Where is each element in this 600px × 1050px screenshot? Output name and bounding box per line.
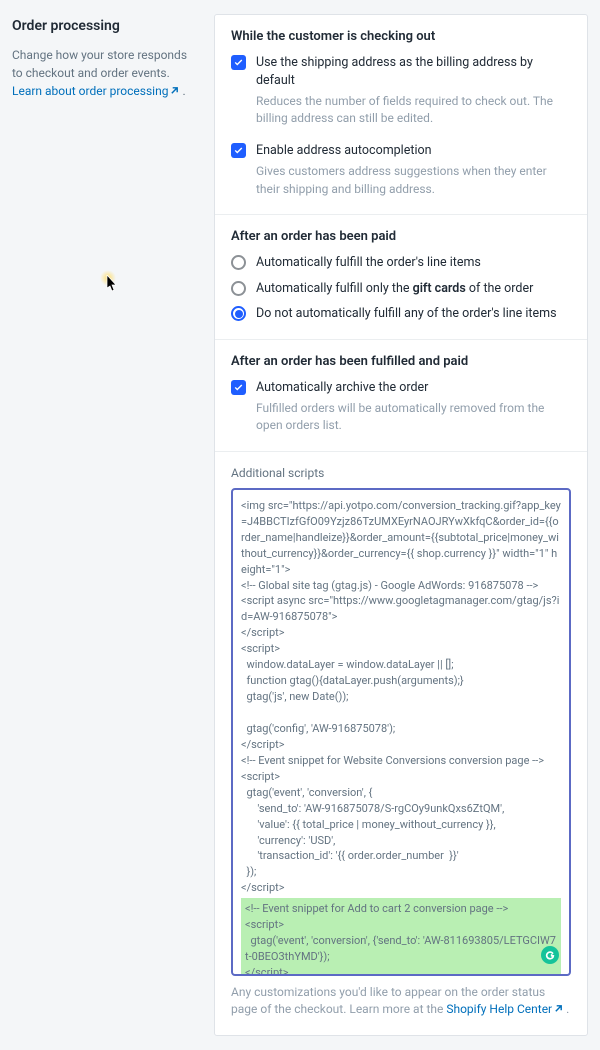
page-desc: Change how your store responds to checko…: [12, 46, 196, 100]
checkbox-label: Use the shipping address as the billing …: [256, 54, 571, 89]
radio-icon: [231, 281, 246, 296]
section-while-checkout: While the customer is checking out Use t…: [215, 15, 587, 215]
section-additional-scripts: Additional scripts <img src="https://api…: [215, 452, 587, 1035]
checkbox-icon: [231, 380, 246, 395]
radio-no-auto-fulfill[interactable]: Do not automatically fulfill any of the …: [231, 305, 571, 323]
page-desc-text: Change how your store responds to checko…: [12, 48, 187, 80]
external-link-icon: [554, 1001, 563, 1010]
checkbox-label: Enable address autocompletion: [256, 142, 571, 160]
checkbox-address-autocomplete[interactable]: Enable address autocompletion: [231, 142, 571, 160]
radio-label: Do not automatically fulfill any of the …: [256, 305, 557, 323]
checkbox-label: Automatically archive the order: [256, 379, 571, 397]
scripts-footnote: Any customizations you'd like to appear …: [231, 984, 571, 1019]
radio-auto-fulfill-giftcards[interactable]: Automatically fulfill only the gift card…: [231, 280, 571, 298]
external-link-icon: [170, 82, 179, 91]
radio-label: Automatically fulfill the order's line i…: [256, 254, 481, 272]
section-title: While the customer is checking out: [231, 29, 571, 44]
checkbox-auto-archive[interactable]: Automatically archive the order: [231, 379, 571, 397]
radio-label: Automatically fulfill only the gift card…: [256, 280, 533, 298]
learn-order-processing-link[interactable]: Learn about order processing: [12, 84, 179, 98]
help-center-link[interactable]: Shopify Help Center: [446, 1002, 563, 1016]
scripts-content-pre: <img src="https://api.yotpo.com/conversi…: [241, 499, 561, 895]
additional-scripts-textarea[interactable]: <img src="https://api.yotpo.com/conversi…: [231, 488, 571, 976]
section-title: After an order has been paid: [231, 229, 571, 244]
checkbox-help: Gives customers address suggestions when…: [256, 163, 571, 198]
scripts-label: Additional scripts: [231, 466, 571, 480]
settings-card: While the customer is checking out Use t…: [214, 14, 588, 1036]
radio-icon: [231, 306, 246, 321]
scripts-content-highlight: <!-- Event snippet for Add to cart 2 con…: [241, 898, 561, 976]
page-title: Order processing: [12, 18, 196, 34]
section-title: After an order has been fulfilled and pa…: [231, 354, 571, 369]
checkbox-icon: [231, 143, 246, 158]
checkbox-help: Fulfilled orders will be automatically r…: [256, 400, 571, 435]
radio-icon: [231, 255, 246, 270]
grammarly-icon[interactable]: [541, 946, 559, 964]
checkbox-icon: [231, 55, 246, 70]
section-after-fulfilled: After an order has been fulfilled and pa…: [215, 340, 587, 452]
checkbox-help: Reduces the number of fields required to…: [256, 93, 571, 128]
checkbox-use-shipping-as-billing[interactable]: Use the shipping address as the billing …: [231, 54, 571, 89]
radio-auto-fulfill-all[interactable]: Automatically fulfill the order's line i…: [231, 254, 571, 272]
section-after-paid: After an order has been paid Automatical…: [215, 215, 587, 340]
